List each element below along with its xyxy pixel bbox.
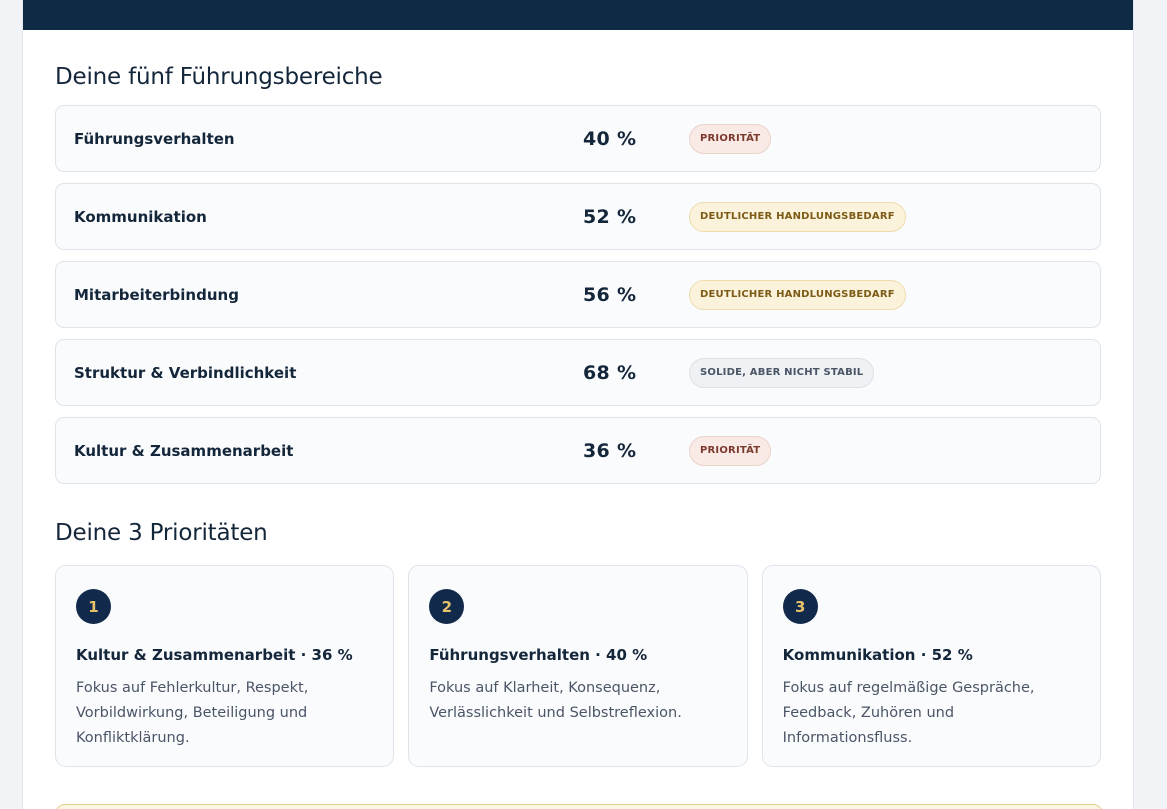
status-badge: DEUTLICHER HANDLUNGSBEDARF: [689, 201, 906, 232]
area-score: 36 %: [583, 439, 637, 462]
status-badge: PRIORITÄT: [689, 123, 772, 154]
priority-heading: Kommunikation · 52 %: [782, 646, 973, 664]
priority-description: Fokus auf Fehlerkultur, Respekt, Vorbild…: [76, 680, 309, 746]
area-row: Struktur & Verbindlichkeit 68 % SOLIDE, …: [55, 339, 1101, 406]
priorities-section-title: Deine 3 Prioritäten: [55, 520, 268, 546]
top-header-bar: [23, 0, 1133, 30]
area-name: Mitarbeiterbindung: [74, 285, 239, 304]
status-badge: DEUTLICHER HANDLUNGSBEDARF: [689, 279, 906, 310]
areas-list: Führungsverhalten 40 % PRIORITÄT Kommuni…: [55, 105, 1101, 484]
area-row: Kultur & Zusammenarbeit 36 % PRIORITÄT: [55, 417, 1101, 484]
area-score: 68 %: [583, 361, 637, 384]
area-row: Mitarbeiterbindung 56 % DEUTLICHER HANDL…: [55, 261, 1101, 328]
areas-section-title: Deine fünf Führungsbereiche: [55, 64, 383, 90]
area-name: Kultur & Zusammenarbeit: [74, 441, 294, 460]
priority-description: Fokus auf regelmäßige Gespräche, Feedbac…: [782, 680, 1035, 746]
area-score: 56 %: [583, 283, 637, 306]
priority-heading: Führungsverhalten · 40 %: [429, 646, 648, 664]
area-score: 40 %: [583, 127, 637, 150]
area-name: Struktur & Verbindlichkeit: [74, 363, 297, 382]
priority-number-badge: 3: [782, 589, 818, 624]
next-section-hint-box: [55, 804, 1103, 809]
area-score: 52 %: [583, 205, 637, 228]
area-row: Führungsverhalten 40 % PRIORITÄT: [55, 105, 1101, 172]
status-badge: SOLIDE, ABER NICHT STABIL: [689, 357, 875, 388]
priority-number-badge: 1: [76, 589, 111, 624]
report-content: Deine fünf Führungsbereiche Führungsverh…: [23, 64, 1133, 767]
area-name: Kommunikation: [74, 207, 207, 226]
priority-card: 3 Kommunikation · 52 % Fokus auf regelmä…: [761, 565, 1101, 767]
priorities-grid: 1 Kultur & Zusammenarbeit · 36 % Fokus a…: [55, 565, 1101, 767]
area-name: Führungsverhalten: [74, 129, 235, 148]
priority-card: 2 Führungsverhalten · 40 % Fokus auf Kla…: [408, 565, 748, 767]
status-badge: PRIORITÄT: [689, 435, 772, 466]
priority-number-badge: 2: [429, 589, 465, 624]
priority-heading: Kultur & Zusammenarbeit · 36 %: [76, 646, 353, 664]
report-page: Deine fünf Führungsbereiche Führungsverh…: [22, 0, 1134, 809]
priority-card: 1 Kultur & Zusammenarbeit · 36 % Fokus a…: [55, 565, 395, 767]
priority-description: Fokus auf Klarheit, Konsequenz, Verlässl…: [429, 680, 682, 721]
area-row: Kommunikation 52 % DEUTLICHER HANDLUNGSB…: [55, 183, 1101, 250]
